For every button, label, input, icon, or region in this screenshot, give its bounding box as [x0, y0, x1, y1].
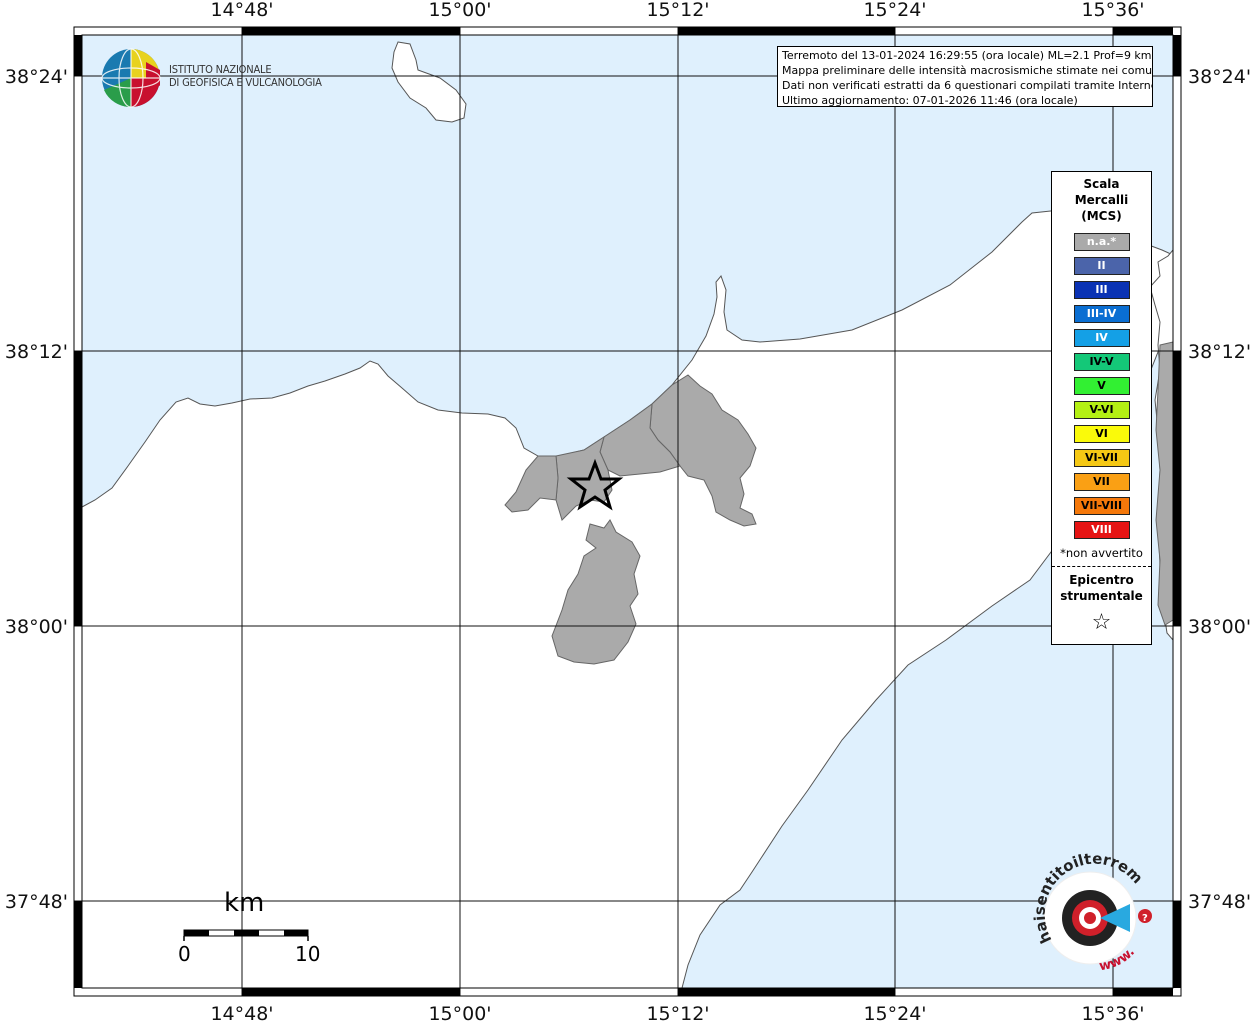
legend-item: VII — [1073, 473, 1130, 491]
lat-label: 37°48' — [1188, 891, 1251, 913]
legend-item: n.a.* — [1073, 233, 1130, 251]
lat-labels-right: 38°24' 38°12' 38°00' 37°48' — [1188, 66, 1251, 913]
legend-epicentre-line: strumentale — [1060, 589, 1143, 603]
info-line: Ultimo aggiornamento: 07-01-2026 11:46 (… — [782, 94, 1078, 107]
legend-items: n.a.* II III III-IV IV IV-V V V-VI VI VI-VII VII VI… — [1052, 233, 1151, 539]
legend-title: Scala Mercalli (MCS) — [1052, 176, 1151, 224]
lon-label: 15°24' — [863, 1003, 926, 1024]
legend-title-line: (MCS) — [1081, 209, 1122, 223]
logo-line: ISTITUTO NAZIONALE — [169, 63, 272, 76]
lat-label: 37°48' — [5, 891, 68, 913]
lat-label: 38°12' — [1188, 341, 1251, 363]
legend-epicentre-label: Epicentro strumentale — [1052, 572, 1151, 604]
legend-item: VI-VII — [1073, 449, 1130, 467]
legend-item: II — [1073, 257, 1130, 275]
lon-label: 15°12' — [646, 0, 709, 21]
lon-label: 15°12' — [646, 1003, 709, 1024]
event-info-box: Terremoto del 13-01-2024 16:29:55 (ora l… — [777, 46, 1153, 107]
legend-item: IV — [1073, 329, 1130, 347]
legend-item: VI — [1073, 425, 1130, 443]
logo-line: DI GEOFISICA E VULCANOLOGIA — [169, 76, 322, 89]
calabria-felt-area — [1155, 341, 1174, 626]
star-icon: ☆ — [1091, 610, 1112, 635]
mcs-legend: Scala Mercalli (MCS) n.a.* II III III-IV IV I… — [1051, 171, 1152, 645]
scale-start: 0 — [178, 942, 191, 966]
svg-text:?: ? — [1142, 913, 1148, 924]
legend-title-line: Scala — [1083, 177, 1120, 191]
lat-label: 38°12' — [5, 341, 68, 363]
ingv-logo-icon — [101, 48, 161, 108]
legend-item: VII-VIII — [1073, 497, 1130, 515]
lon-labels-top: 14°48' 15°00' 15°12' 15°24' 15°36' — [210, 0, 1144, 21]
lon-label: 14°48' — [210, 0, 273, 21]
legend-item: IV-V — [1073, 353, 1130, 371]
lat-label: 38°24' — [5, 66, 68, 88]
legend-item: V-VI — [1073, 401, 1130, 419]
ingv-logo-text: ISTITUTO NAZIONALE DI GEOFISICA E VULCAN… — [169, 63, 322, 89]
legend-item: III-IV — [1073, 305, 1130, 323]
scale-unit: km — [224, 888, 265, 918]
legend-item: III — [1073, 281, 1130, 299]
legend-item: VIII — [1073, 521, 1130, 539]
legend-title-line: Mercalli — [1074, 193, 1129, 207]
legend-epicentre-line: Epicentro — [1069, 573, 1134, 587]
scale-end: 10 — [295, 942, 321, 966]
lat-label: 38°00' — [1188, 616, 1251, 638]
lon-label: 15°00' — [428, 0, 491, 21]
lon-label: 15°36' — [1081, 0, 1144, 21]
legend-item: V — [1073, 377, 1130, 395]
legend-note: *non avvertito — [1060, 546, 1143, 560]
lon-labels-bottom: 14°48' 15°00' 15°12' 15°24' 15°36' — [210, 1003, 1144, 1024]
lon-label: 15°00' — [428, 1003, 491, 1024]
info-line: Terremoto del 13-01-2024 16:29:55 (ora l… — [782, 49, 1152, 62]
lat-label: 38°00' — [5, 616, 68, 638]
lon-label: 15°36' — [1081, 1003, 1144, 1024]
info-line: Mappa preliminare delle intensità macros… — [782, 64, 1153, 77]
lon-label: 15°24' — [863, 0, 926, 21]
info-line: Dati non verificati estratti da 6 questi… — [782, 79, 1153, 92]
lat-label: 38°24' — [1188, 66, 1251, 88]
lat-labels-left: 38°24' 38°12' 38°00' 37°48' — [5, 66, 68, 913]
lon-label: 14°48' — [210, 1003, 273, 1024]
legend-separator — [1052, 566, 1151, 567]
